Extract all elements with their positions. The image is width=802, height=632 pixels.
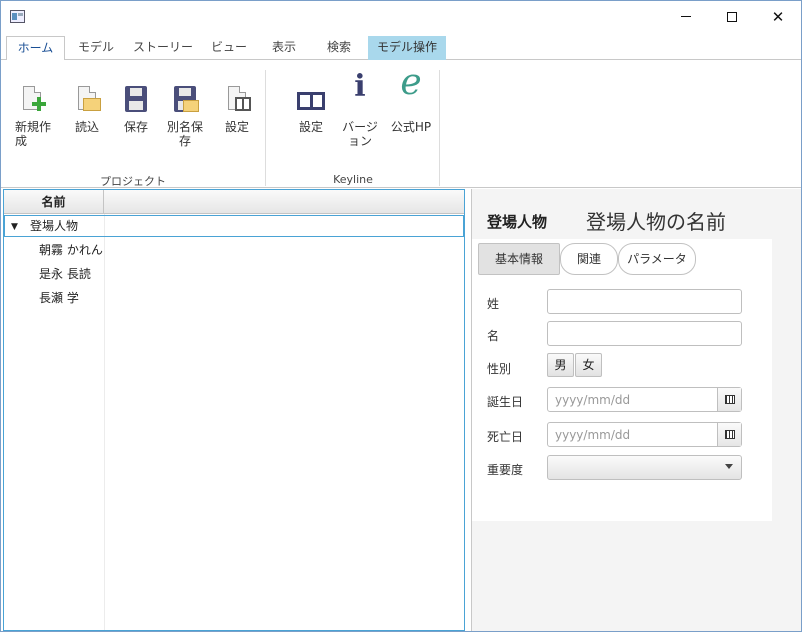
chevron-down-icon: [725, 464, 733, 469]
tree-item-label: 長瀬 学: [39, 291, 79, 305]
calendar-icon: [724, 430, 735, 439]
tree-root-label: 登場人物: [30, 219, 79, 233]
tree-column-header: 名前: [4, 190, 464, 214]
tab-view[interactable]: ビュー: [201, 36, 257, 60]
gender-female-button[interactable]: 女: [575, 353, 602, 377]
save-as-label: 別名保存: [166, 120, 203, 148]
last-name-label: 姓: [487, 297, 500, 311]
project-group-label: プロジェクト: [100, 175, 166, 188]
character-tree[interactable]: 名前 ▼ 登場人物 朝霧 かれん 是永 長読 長瀬 学: [3, 189, 465, 631]
project-settings-icon: [221, 84, 253, 116]
birthday-calendar-button[interactable]: [717, 388, 741, 411]
importance-label: 重要度: [487, 463, 524, 477]
open-label: 読込: [74, 120, 99, 134]
keyline-settings-label: 設定: [298, 120, 323, 134]
project-settings-label: 設定: [224, 120, 249, 134]
panels-icon: [295, 84, 327, 116]
open-folder-icon: [71, 84, 103, 116]
new-file-icon: [16, 84, 48, 116]
keyline-group-label: Keyline: [333, 173, 373, 186]
tab-display[interactable]: 表示: [259, 36, 309, 60]
tree-item-label: 是永 長読: [39, 267, 91, 281]
tab-story[interactable]: ストーリー: [129, 36, 197, 60]
detail-pane: 登場人物 登場人物の名前 基本情報 関連 パラメータ 姓 名 性別 男 女 誕生…: [471, 189, 801, 631]
importance-select[interactable]: [547, 455, 742, 480]
close-icon: ✕: [771, 7, 785, 26]
tree-row-root[interactable]: ▼ 登場人物: [4, 215, 464, 237]
detail-title: 登場人物: [487, 213, 548, 231]
deathday-placeholder: yyyy/mm/dd: [555, 428, 631, 442]
homepage-logo-icon: e: [400, 62, 422, 103]
new-project-button[interactable]: 新規作成: [11, 84, 53, 148]
birthday-placeholder: yyyy/mm/dd: [555, 393, 631, 407]
save-as-button[interactable]: 別名保存: [163, 84, 207, 148]
tab-parameters[interactable]: パラメータ: [618, 243, 696, 275]
save-button[interactable]: 保存: [116, 84, 156, 134]
open-button[interactable]: 読込: [67, 84, 107, 134]
title-bar: ✕: [1, 1, 801, 33]
first-name-label: 名: [487, 329, 500, 343]
tab-home[interactable]: ホーム: [6, 36, 65, 61]
calendar-icon: [724, 395, 735, 404]
version-label: バージョン: [342, 120, 378, 148]
first-name-field[interactable]: [547, 321, 742, 346]
new-project-label: 新規作成: [15, 120, 52, 148]
minimize-icon: [681, 16, 691, 17]
close-button[interactable]: ✕: [755, 1, 801, 32]
group-separator: [439, 70, 440, 186]
minimize-button[interactable]: [663, 1, 709, 32]
tab-relations[interactable]: 関連: [560, 243, 618, 275]
tree-row[interactable]: 是永 長読: [4, 263, 464, 285]
tab-search[interactable]: 検索: [313, 36, 365, 60]
maximize-button[interactable]: [709, 1, 755, 32]
maximize-icon: [727, 11, 737, 22]
save-label: 保存: [123, 120, 148, 134]
keyline-settings-button[interactable]: 設定: [291, 84, 331, 134]
name-column-header[interactable]: 名前: [4, 190, 104, 214]
birthday-label: 誕生日: [487, 395, 524, 409]
version-button[interactable]: i バージョン: [338, 69, 382, 149]
deathday-label: 死亡日: [487, 430, 524, 444]
tab-basic-info[interactable]: 基本情報: [478, 243, 560, 275]
ribbon-tabs: ホーム モデル ストーリー ビュー 表示 検索 モデル操作: [1, 36, 801, 61]
tree-row[interactable]: 朝霧 かれん: [4, 239, 464, 261]
gender-label: 性別: [487, 362, 512, 376]
homepage-button[interactable]: e 公式HP: [389, 62, 433, 135]
ribbon: 新規作成 読込 保存 別名保存 設定 プロジェクト 設定 i バージョン e 公…: [1, 60, 801, 188]
project-settings-button[interactable]: 設定: [217, 84, 257, 134]
deathday-calendar-button[interactable]: [717, 423, 741, 446]
save-icon: [120, 84, 152, 116]
last-name-field[interactable]: [547, 289, 742, 314]
save-as-icon: [169, 84, 201, 116]
birthday-picker[interactable]: yyyy/mm/dd: [547, 387, 742, 412]
character-name-display: 登場人物の名前: [586, 210, 726, 234]
app-icon: [10, 10, 25, 23]
app-window: ✕ ホーム モデル ストーリー ビュー 表示 検索 モデル操作 新規作成 読込 …: [0, 0, 802, 632]
tab-model[interactable]: モデル: [67, 36, 125, 60]
detail-form: 基本情報 関連 パラメータ 姓 名 性別 男 女 誕生日 yyyy/mm/dd …: [472, 239, 772, 521]
homepage-label: 公式HP: [390, 120, 432, 134]
group-separator: [265, 70, 266, 186]
tree-item-label: 朝霧 かれん: [39, 243, 103, 257]
info-icon: i: [354, 69, 366, 104]
tab-model-operation[interactable]: モデル操作: [368, 36, 446, 60]
deathday-picker[interactable]: yyyy/mm/dd: [547, 422, 742, 447]
expand-arrow-icon[interactable]: ▼: [11, 216, 18, 238]
gender-male-button[interactable]: 男: [547, 353, 574, 377]
tree-row[interactable]: 長瀬 学: [4, 287, 464, 309]
